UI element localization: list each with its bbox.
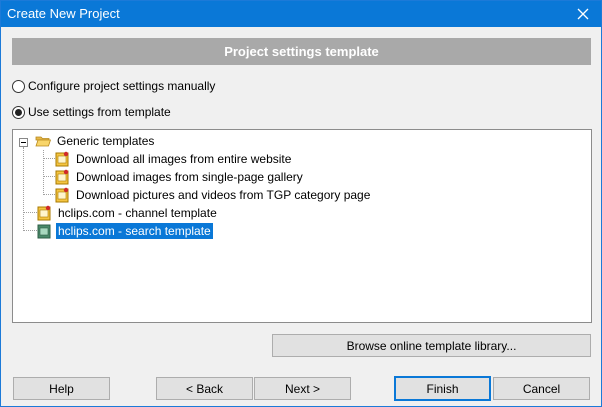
- tree-line: [23, 230, 37, 231]
- title-bar: Create New Project: [1, 1, 601, 27]
- window-title: Create New Project: [7, 6, 120, 21]
- template-file-icon: [55, 169, 69, 185]
- tree-line: [43, 150, 44, 195]
- section-header: Project settings template: [12, 38, 591, 65]
- template-tree[interactable]: Generic templates Download all images fr…: [12, 129, 592, 323]
- template-file-icon: [55, 187, 69, 203]
- template-settings-radio[interactable]: [12, 105, 25, 119]
- back-button[interactable]: < Back: [156, 377, 253, 400]
- collapse-toggle[interactable]: [19, 138, 28, 147]
- template-settings-label: Use settings from template: [28, 105, 171, 119]
- tree-node-label: hclips.com - channel template: [58, 206, 217, 220]
- tree-item-template[interactable]: Download all images from entire website: [54, 150, 293, 168]
- tree-line: [23, 212, 37, 213]
- template-file-icon: [55, 151, 69, 167]
- template-settings-option[interactable]: Use settings from template: [12, 104, 171, 120]
- folder-open-icon: [35, 136, 51, 147]
- tree-line: [23, 147, 24, 231]
- finish-button[interactable]: Finish: [394, 376, 491, 401]
- tree-node-label: Generic templates: [57, 134, 155, 148]
- create-project-window: Create New Project Project settings temp…: [0, 0, 602, 407]
- tree-node-label: Download pictures and videos from TGP ca…: [76, 188, 371, 202]
- tree-item-template[interactable]: Download pictures and videos from TGP ca…: [54, 186, 372, 204]
- manual-settings-radio[interactable]: [12, 79, 25, 93]
- tree-node-label: hclips.com - search template: [55, 222, 214, 240]
- tree-node-label: Download all images from entire website: [76, 152, 292, 166]
- tree-item-template-selected[interactable]: hclips.com - search template: [36, 222, 214, 240]
- manual-settings-option[interactable]: Configure project settings manually: [12, 78, 215, 94]
- tree-item-template[interactable]: hclips.com - channel template: [36, 204, 219, 222]
- tree-item-template[interactable]: Download images from single-page gallery: [54, 168, 305, 186]
- help-button[interactable]: Help: [13, 377, 110, 400]
- next-button[interactable]: Next >: [254, 377, 351, 400]
- close-icon[interactable]: [565, 1, 601, 27]
- tree-folder-generic[interactable]: Generic templates: [35, 132, 156, 150]
- template-file-green-icon: [37, 224, 51, 239]
- manual-settings-label: Configure project settings manually: [28, 79, 216, 93]
- template-file-icon: [37, 205, 51, 221]
- section-header-title: Project settings template: [224, 44, 379, 59]
- browse-library-button[interactable]: Browse online template library...: [272, 334, 591, 357]
- tree-node-label: Download images from single-page gallery: [76, 170, 303, 184]
- cancel-button[interactable]: Cancel: [493, 377, 590, 400]
